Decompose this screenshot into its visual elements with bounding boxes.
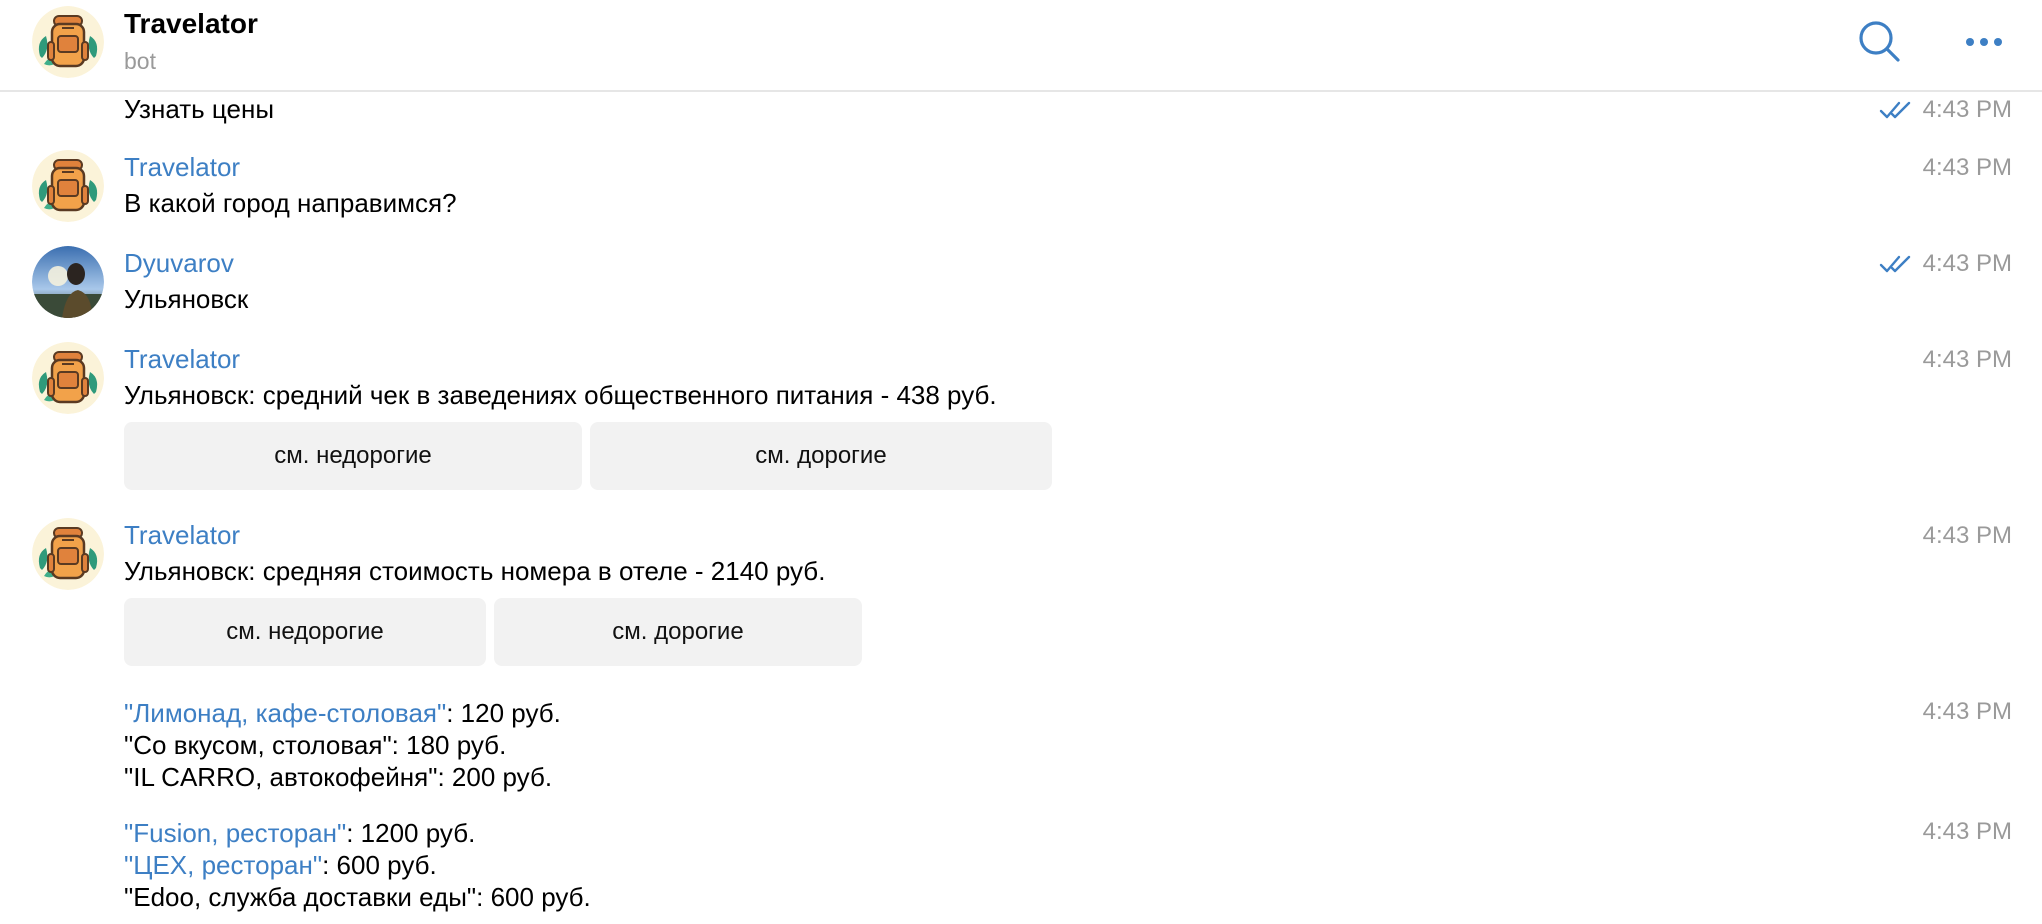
time-label: 4:43 PM	[1922, 154, 2012, 181]
bot-avatar[interactable]	[32, 342, 104, 414]
message-time: 4:43 PM	[1879, 96, 2012, 124]
message-time: 4:43 PM	[1923, 346, 2012, 374]
place-price: : 600 руб.	[322, 850, 437, 880]
inline-button-cheap-food[interactable]: см. недорогие	[124, 422, 582, 490]
chat-header: Travelator bot	[0, 0, 2042, 92]
list-item: "ЦЕХ, ресторан": 600 руб.	[124, 850, 437, 881]
user-avatar[interactable]	[32, 246, 104, 318]
place-link[interactable]: "Fusion, ресторан"	[124, 818, 346, 848]
place-link[interactable]: "ЦЕХ, ресторан"	[124, 850, 322, 880]
list-item: "Edoo, служба доставки еды": 600 руб.	[124, 882, 591, 913]
more-button[interactable]	[1954, 14, 2014, 70]
message-text: В какой город направимся?	[124, 188, 457, 218]
time-label: 4:43 PM	[1922, 346, 2012, 373]
time-label: 4:43 PM	[1922, 818, 2012, 845]
bot-avatar[interactable]	[32, 6, 104, 78]
list-item: "Fusion, ресторан": 1200 руб.	[124, 818, 475, 849]
list-item: "Со вкусом, столовая": 180 руб.	[124, 730, 506, 761]
bot-avatar[interactable]	[32, 518, 104, 590]
list-item: "Лимонад, кафе-столовая": 120 руб.	[124, 698, 561, 729]
sender-name[interactable]: Travelator	[124, 520, 240, 551]
list-item: "IL CARRO, автокофейня": 200 руб.	[124, 762, 552, 793]
place-entry: "IL CARRO, автокофейня": 200 руб.	[124, 762, 553, 792]
sender-name[interactable]: Travelator	[124, 152, 240, 183]
bot-avatar[interactable]	[32, 150, 104, 222]
chat-title[interactable]: Travelator	[124, 8, 258, 40]
chat-subtitle: bot	[124, 48, 156, 74]
inline-button-cheap-hotels[interactable]: см. недорогие	[124, 598, 486, 666]
message-text: Ульяновск	[124, 284, 249, 314]
inline-button-expensive-hotels[interactable]: см. дорогие	[494, 598, 862, 666]
search-button[interactable]	[1850, 14, 1910, 70]
sender-name[interactable]: Travelator	[124, 344, 240, 375]
message-text: Узнать цены	[124, 94, 275, 124]
message-time: 4:43 PM	[1879, 250, 2012, 278]
message-time: 4:43 PM	[1923, 522, 2012, 550]
time-label: 4:43 PM	[1922, 250, 2012, 277]
read-check-icon	[1879, 254, 1913, 274]
place-link[interactable]: "Лимонад, кафе-столовая"	[124, 698, 446, 728]
message-time: 4:43 PM	[1923, 154, 2012, 182]
message-text: Ульяновск: средний чек в заведениях обще…	[124, 380, 997, 410]
more-dots-icon	[1966, 38, 2002, 46]
message-time: 4:43 PM	[1923, 818, 2012, 846]
search-icon	[1859, 21, 1900, 62]
place-entry: "Edoo, служба доставки еды": 600 руб.	[124, 882, 591, 912]
message-text: Ульяновск: средняя стоимость номера в от…	[124, 556, 826, 586]
time-label: 4:43 PM	[1922, 96, 2012, 123]
place-price: : 120 руб.	[446, 698, 561, 728]
place-price: : 1200 руб.	[346, 818, 476, 848]
message-time: 4:43 PM	[1923, 698, 2012, 726]
inline-button-expensive-food[interactable]: см. дорогие	[590, 422, 1052, 490]
time-label: 4:43 PM	[1922, 522, 2012, 549]
time-label: 4:43 PM	[1922, 698, 2012, 725]
sender-name[interactable]: Dyuvarov	[124, 248, 234, 279]
read-check-icon	[1879, 100, 1913, 120]
place-entry: "Со вкусом, столовая": 180 руб.	[124, 730, 507, 760]
